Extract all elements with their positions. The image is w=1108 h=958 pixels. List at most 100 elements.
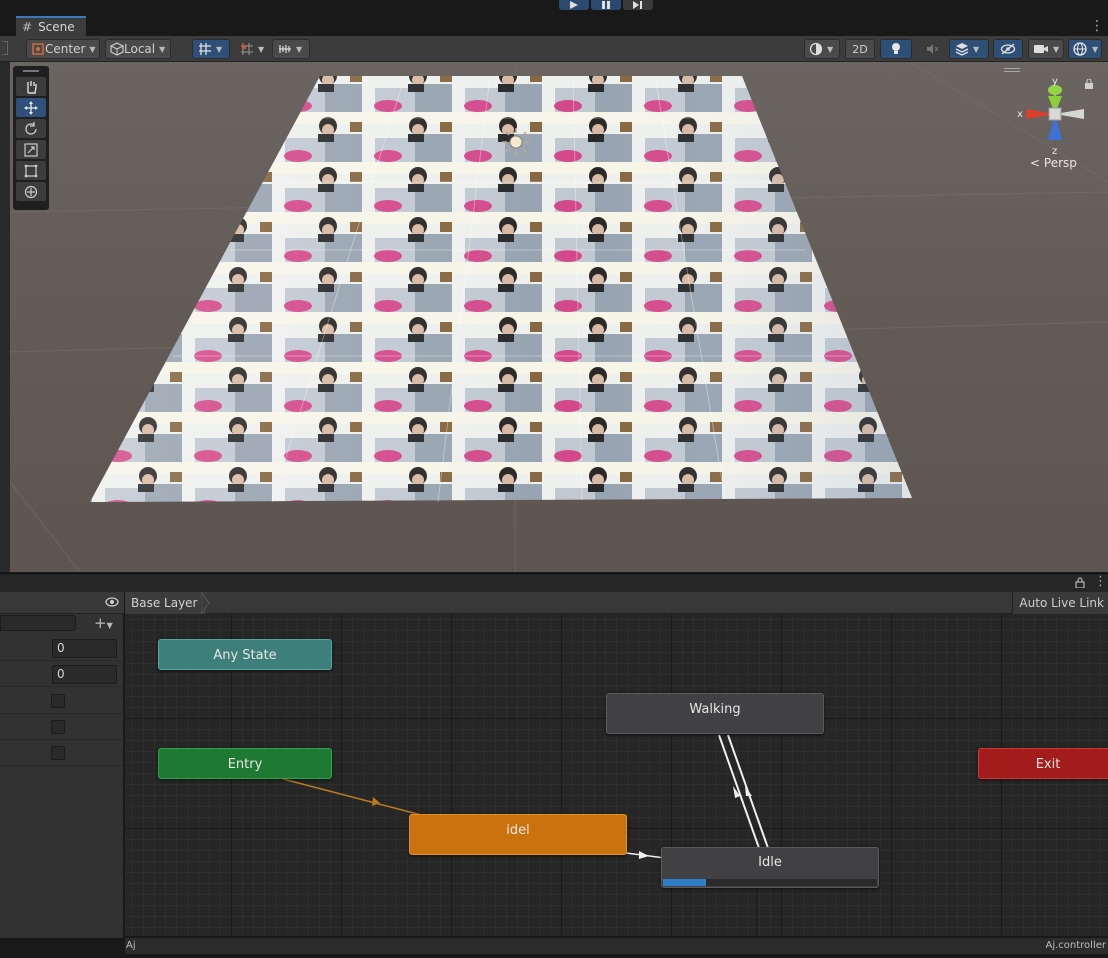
step-button[interactable] xyxy=(623,0,653,10)
auto-live-link-label: Auto Live Link xyxy=(1019,596,1104,610)
state-progress-track xyxy=(663,879,877,886)
parameter-bool-checkbox[interactable] xyxy=(51,720,65,734)
state-any-state[interactable]: Any State xyxy=(158,639,332,670)
chevron-down-icon: ▼ xyxy=(258,44,265,54)
pause-button[interactable] xyxy=(591,0,621,10)
scene-toolbar: Center ▼ Local ▼ ▼ ▼ ▼ ▼ 2D ▼ ▼ ▼ xyxy=(0,36,1108,62)
state-entry[interactable]: Entry xyxy=(158,748,332,779)
transition-arrow-icon xyxy=(745,786,752,796)
rect-tool[interactable] xyxy=(16,161,46,180)
animator-header: ⋮ xyxy=(0,573,1108,592)
chevron-down-icon: ▼ xyxy=(973,44,980,54)
palette-grip xyxy=(16,68,46,74)
grid-icon: # xyxy=(22,20,33,34)
transform-tool[interactable] xyxy=(16,182,46,201)
lighting-toggle[interactable] xyxy=(880,39,912,59)
snap-icon xyxy=(241,43,253,55)
parameter-float-field[interactable]: 0 xyxy=(52,665,117,684)
step-icon xyxy=(633,1,642,9)
hand-icon xyxy=(27,80,37,94)
state-idle[interactable]: Idle xyxy=(661,847,879,888)
pivot-mode-dropdown[interactable]: Center ▼ xyxy=(26,39,100,59)
scene-tab-bar: # Scene ⋮ xyxy=(0,16,1108,50)
layer-breadcrumb: Base Layer xyxy=(131,596,198,610)
rotate-tool[interactable] xyxy=(16,119,46,138)
snap-toggle[interactable]: ▼ xyxy=(234,39,272,59)
auto-live-link-toggle[interactable]: Auto Live Link xyxy=(1012,592,1108,614)
lightbulb-icon xyxy=(892,43,900,54)
viewport-edge xyxy=(0,62,10,572)
eye-icon[interactable] xyxy=(105,596,119,610)
projection-toggle[interactable]: < Persp xyxy=(1030,156,1077,170)
tab-scene[interactable]: # Scene xyxy=(16,16,86,36)
chevron-down-icon: ▼ xyxy=(106,621,113,630)
gizmo-y-label: y xyxy=(1052,76,1058,87)
gizmo-x-label: x xyxy=(1017,109,1023,120)
chevron-down-icon: ▼ xyxy=(827,44,834,54)
parameter-float-field[interactable]: 0 xyxy=(52,639,117,658)
more-options-icon[interactable]: ⋮ xyxy=(1090,18,1104,34)
state-walking[interactable]: Walking xyxy=(606,693,824,734)
breadcrumb-chevron-icon xyxy=(201,592,210,614)
draw-mode-dropdown[interactable]: ▼ xyxy=(804,39,840,59)
rotate-icon xyxy=(25,121,37,135)
parameter-row xyxy=(0,688,124,714)
state-label: Entry xyxy=(227,757,263,772)
state-label: Walking xyxy=(689,702,741,717)
parameter-row xyxy=(0,740,124,766)
scene-visibility-toggle[interactable] xyxy=(993,39,1023,59)
grid-toggle[interactable]: ▼ xyxy=(192,39,230,59)
scene-viewport[interactable] xyxy=(10,62,1108,572)
parameter-bool-checkbox[interactable] xyxy=(51,694,65,708)
tab-scene-label: Scene xyxy=(38,20,75,34)
state-exit[interactable]: Exit xyxy=(978,748,1108,779)
transform-icon xyxy=(24,185,38,198)
breadcrumb[interactable]: Base Layer xyxy=(125,592,206,614)
tool-palette xyxy=(13,66,49,210)
parameter-search-input[interactable] xyxy=(0,615,76,631)
pivot-rotation-label: Local xyxy=(124,42,156,56)
globe-icon xyxy=(1073,42,1087,56)
chevron-down-icon: ▼ xyxy=(216,44,223,54)
animator-graph[interactable]: Any State Entry Exit Walking idel Idle xyxy=(125,614,1108,936)
lock-icon[interactable] xyxy=(1084,78,1094,92)
state-label: Any State xyxy=(213,648,277,663)
pivot-icon xyxy=(32,43,44,55)
effects-dropdown[interactable]: ▼ xyxy=(949,39,989,59)
parameter-bool-checkbox[interactable] xyxy=(51,746,65,760)
pivot-rotation-dropdown[interactable]: Local ▼ xyxy=(105,39,171,59)
controller-file-name: Aj.controller xyxy=(1045,940,1106,951)
grid-snap-icon xyxy=(199,43,211,55)
chevron-left-icon: < xyxy=(1030,156,1041,170)
lock-icon[interactable] xyxy=(1075,577,1085,591)
toggle-2d-button[interactable]: 2D xyxy=(845,39,875,59)
audio-toggle[interactable] xyxy=(918,39,946,59)
pivot-mode-label: Center xyxy=(45,42,86,56)
parameter-row: 0 xyxy=(0,661,124,687)
more-options-icon[interactable]: ⋮ xyxy=(1094,574,1107,589)
layers-icon xyxy=(955,43,969,56)
state-label: Exit xyxy=(1035,757,1061,772)
directional-light-icon[interactable] xyxy=(502,128,530,156)
move-tool[interactable] xyxy=(16,98,46,117)
shading-icon xyxy=(809,42,823,56)
state-label: Idle xyxy=(758,855,782,870)
scale-tool[interactable] xyxy=(16,140,46,159)
move-icon xyxy=(24,100,38,115)
mute-icon xyxy=(927,44,939,54)
play-button[interactable] xyxy=(559,0,589,10)
transition-walking-idle[interactable] xyxy=(718,734,760,849)
rect-transform-icon xyxy=(24,164,38,177)
transition-entry-idel[interactable] xyxy=(282,778,426,817)
hand-tool[interactable] xyxy=(16,77,46,96)
increment-snap-dropdown[interactable]: ▼ xyxy=(272,39,310,59)
state-label: idel xyxy=(506,823,530,838)
camera-dropdown[interactable]: ▼ xyxy=(1028,39,1064,59)
graph-status-bar: Aj Aj.controller xyxy=(125,937,1108,954)
parameters-panel: +▼ 0 0 xyxy=(0,592,124,938)
chevron-down-icon: ▼ xyxy=(89,44,96,54)
state-idel[interactable]: idel xyxy=(409,814,627,855)
camera-icon xyxy=(1034,45,1048,53)
add-parameter-button[interactable]: +▼ xyxy=(94,614,113,632)
gizmos-dropdown[interactable]: ▼ xyxy=(1068,39,1102,59)
